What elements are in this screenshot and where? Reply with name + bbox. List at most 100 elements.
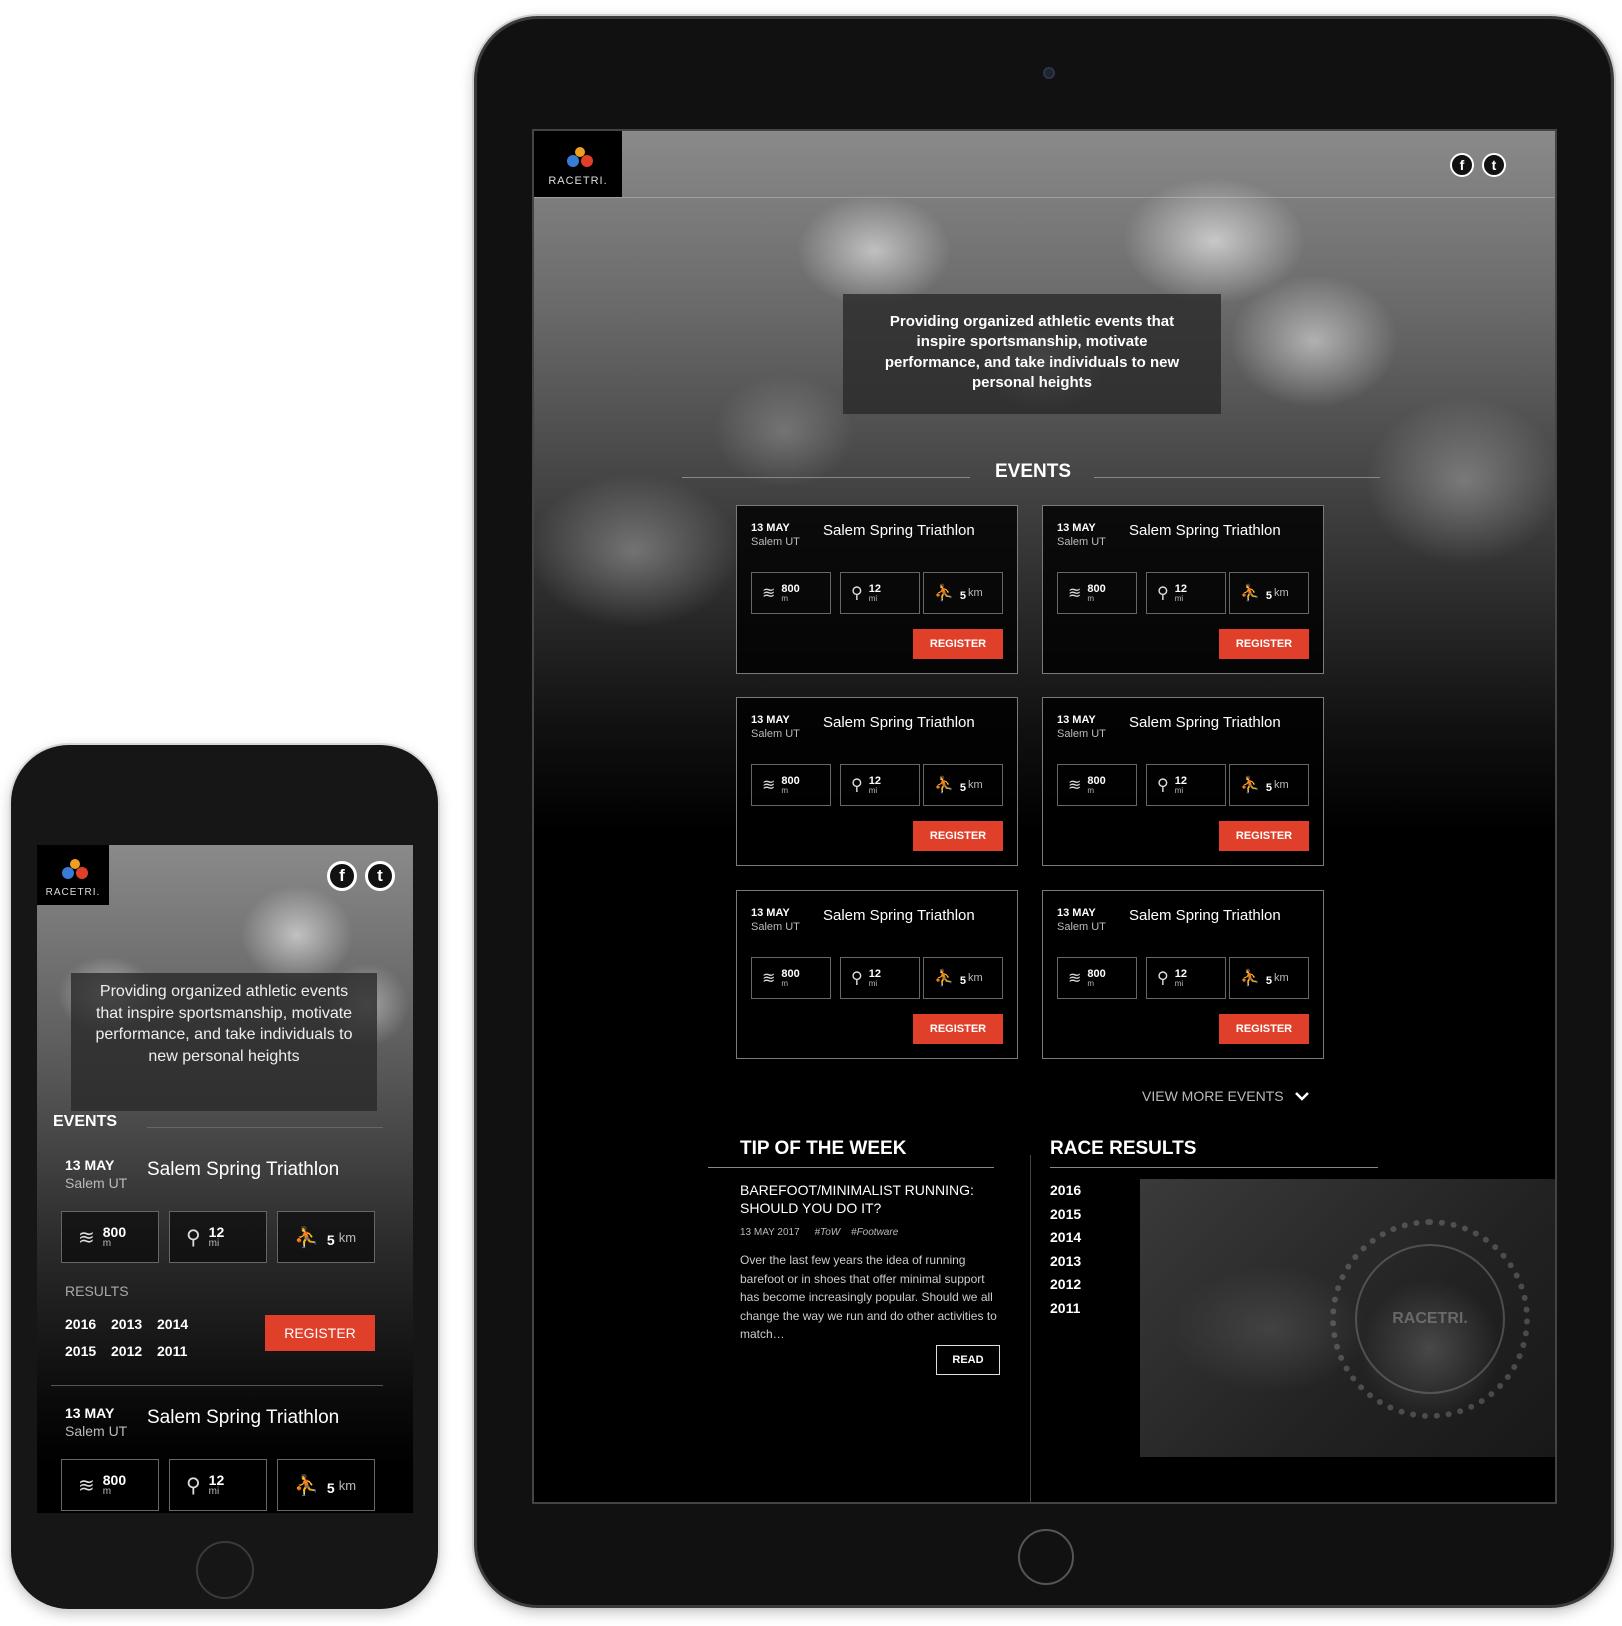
view-more-events[interactable]: VIEW MORE EVENTS <box>1142 1088 1310 1104</box>
tip-tag[interactable]: #Footware <box>851 1227 898 1238</box>
bike-distance: ⚲ 12 mi <box>840 572 920 614</box>
year-link[interactable]: 2014 <box>157 1311 203 1338</box>
swim-unit: m <box>781 978 789 988</box>
year-link[interactable]: 2013 <box>111 1311 157 1338</box>
swim-distance: ≋ 800 m <box>1057 957 1137 999</box>
facebook-icon[interactable]: f <box>1450 153 1474 177</box>
register-button[interactable]: REGISTER <box>913 821 1003 851</box>
event-card: 13 MAY Salem UT Salem Spring Triathlon ≋ 800… <box>1042 505 1324 674</box>
logo[interactable]: RACETRI. <box>37 845 109 905</box>
swim-distance: ≋ 800 m <box>61 1459 159 1511</box>
run-value: 5 <box>326 1232 335 1248</box>
run-unit: km <box>1274 971 1289 984</box>
bike-value: 12 <box>868 774 881 787</box>
swim-unit: m <box>781 785 789 795</box>
year-link[interactable]: 2015 <box>1050 1203 1081 1227</box>
tip-tag[interactable]: #ToW <box>814 1227 840 1238</box>
run-distance: ⛹ 5 km <box>923 572 1003 614</box>
register-button[interactable]: REGISTER <box>1219 1014 1309 1044</box>
facebook-icon[interactable]: f <box>327 861 357 891</box>
tip-date: 13 MAY 2017 <box>740 1227 800 1238</box>
bike-icon: ⚲ <box>851 970 863 987</box>
year-link[interactable]: 2011 <box>1050 1297 1081 1321</box>
swim-icon: ≋ <box>762 777 776 794</box>
run-unit: km <box>968 778 983 791</box>
event-location: Salem UT <box>751 536 800 548</box>
event-name[interactable]: Salem Spring Triathlon <box>823 522 975 539</box>
event-location: Salem UT <box>65 1175 128 1191</box>
events-rule-right <box>1094 477 1380 478</box>
swim-distance: ≋ 800 m <box>751 764 831 806</box>
register-button[interactable]: REGISTER <box>913 1014 1003 1044</box>
bike-unit: mi <box>868 978 878 988</box>
phone-home-button[interactable] <box>196 1541 254 1599</box>
swim-value: 800 <box>781 774 800 787</box>
twitter-icon[interactable]: t <box>365 861 395 891</box>
bike-value: 12 <box>1174 582 1187 595</box>
bike-unit: mi <box>868 593 878 603</box>
social-links: f t <box>327 861 395 891</box>
twitter-icon[interactable]: t <box>1482 153 1506 177</box>
read-button[interactable]: READ <box>936 1345 1000 1375</box>
tagline: Providing organized athletic events that… <box>71 973 377 1111</box>
run-value: 5 <box>1265 589 1273 602</box>
run-distance: ⛹ 5 km <box>1229 572 1309 614</box>
bike-distance: ⚲ 12 mi <box>169 1211 267 1263</box>
event-card: 13 MAY Salem UT Salem Spring Triathlon ≋ 800… <box>736 697 1018 866</box>
results-years: 2016 2013 2014 2015 2012 2011 <box>65 1311 205 1365</box>
register-button[interactable]: REGISTER <box>265 1315 375 1351</box>
event-name[interactable]: Salem Spring Triathlon <box>147 1407 339 1429</box>
event-name[interactable]: Salem Spring Triathlon <box>823 907 975 924</box>
event-date: 13 MAY <box>65 1405 115 1421</box>
register-button[interactable]: REGISTER <box>1219 821 1309 851</box>
swim-icon: ≋ <box>78 1226 95 1249</box>
year-link[interactable]: 2016 <box>1050 1179 1081 1203</box>
event-card: 13 MAY Salem UT Salem Spring Triathlon ≋ 800… <box>736 890 1018 1059</box>
bike-distance: ⚲ 12 mi <box>1146 572 1226 614</box>
race-results-years: 2016 2015 2014 2013 2012 2011 <box>1050 1179 1081 1320</box>
run-icon: ⛹ <box>1240 777 1260 794</box>
year-link[interactable]: 2012 <box>1050 1273 1081 1297</box>
year-link[interactable]: 2016 <box>65 1311 111 1338</box>
event-date: 13 MAY <box>751 714 790 726</box>
event-name[interactable]: Salem Spring Triathlon <box>823 714 975 731</box>
tip-headline[interactable]: BAREFOOT/MINIMALIST RUNNING: SHOULD YOU … <box>740 1181 1010 1217</box>
register-button[interactable]: REGISTER <box>1219 629 1309 659</box>
year-link[interactable]: 2011 <box>157 1338 203 1365</box>
event-name[interactable]: Salem Spring Triathlon <box>1129 522 1281 539</box>
year-link[interactable]: 2014 <box>1050 1226 1081 1250</box>
register-button[interactable]: REGISTER <box>913 629 1003 659</box>
bike-value: 12 <box>868 582 881 595</box>
event-name[interactable]: Salem Spring Triathlon <box>1129 714 1281 731</box>
year-link[interactable]: 2013 <box>1050 1250 1081 1274</box>
run-value: 5 <box>959 974 967 987</box>
run-icon: ⛹ <box>1240 970 1260 987</box>
year-link[interactable]: 2012 <box>111 1338 157 1365</box>
bike-value: 12 <box>1174 774 1187 787</box>
year-link[interactable]: 2015 <box>65 1338 111 1365</box>
race-results-title: RACE RESULTS <box>1050 1138 1197 1159</box>
phone-device: RACETRI. f t Providing organized athleti… <box>11 745 438 1609</box>
run-unit: km <box>968 971 983 984</box>
logo-mark-icon <box>561 141 595 171</box>
event-date: 13 MAY <box>1057 522 1096 534</box>
run-distance: ⛹ 5 km <box>277 1459 375 1511</box>
bike-distance: ⚲ 12 mi <box>169 1459 267 1511</box>
header-divider <box>534 197 1555 198</box>
bike-value: 12 <box>868 967 881 980</box>
bike-distance: ⚲ 12 mi <box>1146 764 1226 806</box>
tablet-camera <box>1043 67 1055 79</box>
bike-icon: ⚲ <box>1157 777 1169 794</box>
event-name[interactable]: Salem Spring Triathlon <box>1129 907 1281 924</box>
bike-value: 12 <box>1174 967 1187 980</box>
bike-unit: mi <box>1174 593 1184 603</box>
swim-icon: ≋ <box>78 1474 95 1497</box>
tagline: Providing organized athletic events that… <box>843 294 1221 414</box>
tablet-home-button[interactable] <box>1018 1529 1074 1585</box>
events-title: EVENTS <box>53 1113 118 1130</box>
run-unit: km <box>338 1229 357 1245</box>
swim-value: 800 <box>1087 967 1106 980</box>
logo[interactable]: RACETRI. <box>534 131 622 197</box>
event-name[interactable]: Salem Spring Triathlon <box>147 1159 339 1181</box>
event-card: 13 MAY Salem UT Salem Spring Triathlon ≋ 800… <box>736 505 1018 674</box>
